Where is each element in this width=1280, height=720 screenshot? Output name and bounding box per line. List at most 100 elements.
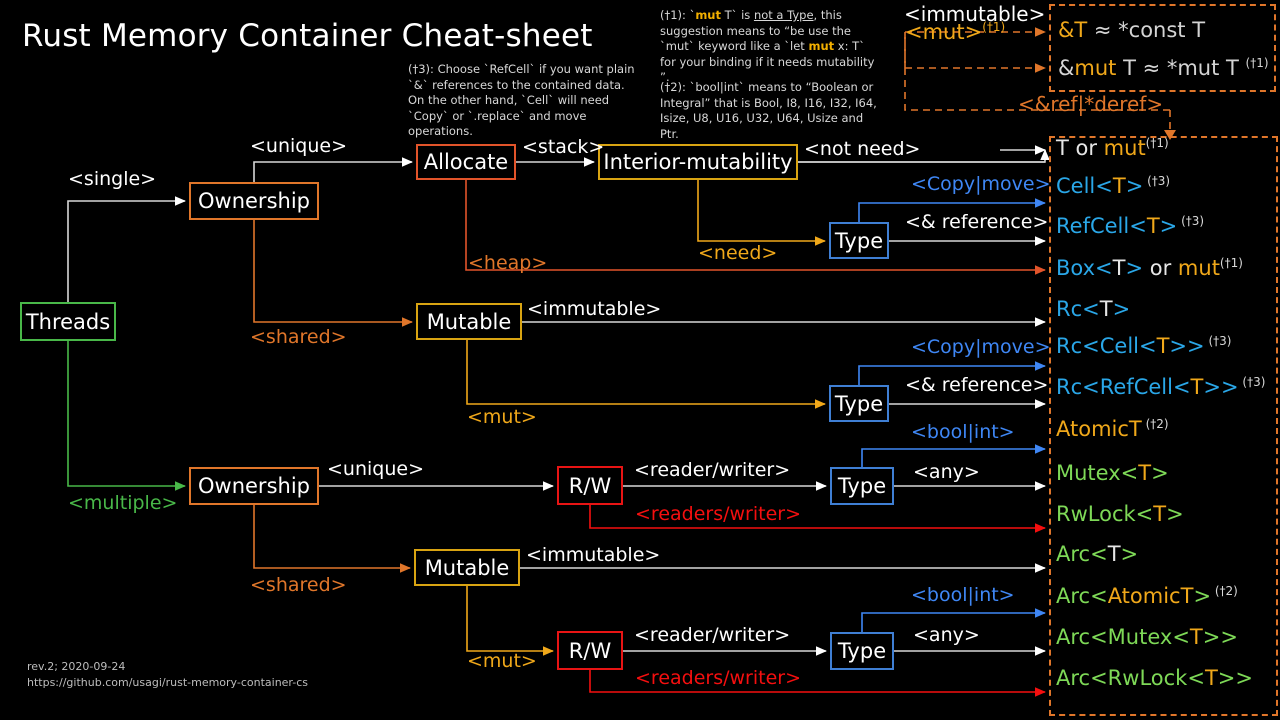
output-row-segment: (†3) [1204, 334, 1232, 348]
note-dagger-1: (†1): `mut T` is not a Type, this sugges… [660, 8, 878, 86]
output-row-segment: >> [1202, 625, 1238, 649]
note-1-b: T` is [721, 8, 754, 22]
label-copy-move-1: <Copy|move> [911, 173, 1051, 195]
box-mutable-single[interactable]: Mutable [416, 303, 522, 340]
output-row-segment: T [1112, 256, 1126, 280]
label-reader-writer-1: <reader/writer> [634, 459, 791, 481]
box-threads[interactable]: Threads [20, 302, 116, 341]
label-need: <need> [698, 242, 778, 264]
label-reader-writer-2: <reader/writer> [634, 624, 791, 646]
output-row-segment: Cell< [1056, 174, 1113, 198]
output-row-segment: Rc<Cell< [1056, 334, 1157, 358]
output-row[interactable]: Arc<T> [1056, 542, 1138, 566]
output-row-segment: >> [1217, 666, 1253, 690]
output-row-segment: Rc< [1056, 297, 1100, 321]
box-type-2[interactable]: Type [829, 385, 889, 422]
label-unique-top: <unique> [250, 135, 347, 157]
output-row[interactable]: Mutex<T> [1056, 461, 1169, 485]
output-row-segment: > [1120, 542, 1139, 566]
output-row-segment: T [1153, 502, 1167, 526]
label-single: <single> [68, 168, 157, 190]
output-row-segment: (†2) [1141, 417, 1169, 431]
output-row[interactable]: Rc<T> [1056, 297, 1130, 321]
output-row-segment: (†3) [1143, 174, 1171, 188]
output-row-segment: Arc<Mutex< [1056, 625, 1190, 649]
output-row[interactable]: T or mut(†1) [1056, 136, 1169, 160]
note-1-mut-keyword-2: mut [808, 39, 835, 54]
output-row-segment: T [1189, 625, 1203, 649]
output-row-segment: (†1) [1145, 136, 1169, 150]
output-row[interactable]: Box<T> or mut(†1) [1056, 256, 1243, 280]
output-row-segment: Arc< [1056, 542, 1108, 566]
output-row[interactable]: Rc<Cell<T>> (†3) [1056, 334, 1231, 358]
output-row-segment: > [1151, 461, 1169, 485]
label-stack: <stack> [522, 136, 605, 158]
cheatsheet-canvas: Rust Memory Container Cheat-sheet rev.2;… [0, 0, 1280, 720]
output-row[interactable]: RwLock<T> [1056, 502, 1184, 526]
ref-const-rhs: ≈ *const T [1087, 18, 1206, 42]
footer-url[interactable]: https://github.com/usagi/rust-memory-con… [27, 675, 308, 691]
output-row-segment: > [1159, 214, 1178, 238]
label-shared-bottom: <shared> [250, 574, 347, 596]
ref-mut-rhs: ≈ *mut T [1135, 56, 1246, 80]
output-row-segment: > [1125, 256, 1144, 280]
box-interior-mutability[interactable]: Interior-mutability [598, 144, 798, 180]
note-1-mut-keyword: mut [695, 8, 721, 22]
reference-line-mut: &mut T ≈ *mut T (†1) [1058, 56, 1269, 80]
note-3-text: Choose `RefCell` if you want plain `&` r… [408, 62, 635, 139]
output-row-segment: Mutex< [1056, 461, 1139, 485]
output-row-segment: T [1112, 174, 1126, 198]
label-mut-ref-text: <mut> [905, 20, 983, 44]
output-row[interactable]: AtomicT (†2) [1056, 417, 1169, 441]
label-immutable-mid: <immutable> [527, 298, 662, 320]
label-not-need: <not need> [804, 138, 921, 160]
ref-mut-keyword: mut [1074, 56, 1117, 80]
box-read-write-2[interactable]: R/W [557, 631, 623, 670]
output-row-segment: AtomicT [1056, 417, 1142, 441]
box-mutable-multiple[interactable]: Mutable [414, 549, 520, 586]
output-row-segment: mut [1177, 256, 1220, 280]
ref-mut-sup: (†1) [1245, 56, 1269, 70]
label-readers-writer-1: <readers/writer> [635, 503, 802, 525]
reference-line-const: &T ≈ *const T [1058, 18, 1205, 42]
box-read-write-1[interactable]: R/W [557, 466, 623, 505]
output-row-segment: (†3) [1238, 375, 1266, 389]
box-type-3[interactable]: Type [830, 467, 894, 505]
output-row-segment: or [1143, 256, 1178, 280]
label-readers-writer-2: <readers/writer> [635, 667, 802, 689]
box-ownership-single[interactable]: Ownership [189, 182, 319, 220]
output-row[interactable]: Arc<Mutex<T>> [1056, 625, 1238, 649]
box-allocate[interactable]: Allocate [416, 144, 516, 180]
label-copy-move-2: <Copy|move> [911, 336, 1051, 358]
box-type-1[interactable]: Type [829, 222, 889, 259]
output-row-segment: Box< [1056, 256, 1113, 280]
label-mut-ref: <mut>(†1) [905, 20, 1005, 44]
label-multiple: <multiple> [68, 492, 178, 514]
output-row-segment: > [1193, 584, 1212, 608]
output-row-segment: or [1068, 136, 1104, 160]
output-row-segment: T [1146, 214, 1160, 238]
output-row-segment: RwLock< [1056, 502, 1154, 526]
output-row[interactable]: Arc<AtomicT> (†2) [1056, 584, 1238, 608]
note-1-a: ` [685, 8, 696, 22]
output-row[interactable]: RefCell<T> (†3) [1056, 214, 1204, 238]
ref-const-lhs: &T [1058, 18, 1088, 42]
output-row[interactable]: Rc<RefCell<T>> (†3) [1056, 375, 1265, 399]
output-row-segment: T [1190, 375, 1204, 399]
box-type-4[interactable]: Type [830, 632, 894, 670]
label-heap: <heap> [468, 252, 548, 274]
output-row-segment: AtomicT [1107, 584, 1194, 608]
note-1-underlined: not a Type [753, 8, 814, 22]
label-any-2: <any> [913, 624, 980, 646]
box-ownership-multiple[interactable]: Ownership [189, 467, 319, 505]
output-row-segment: (†3) [1177, 214, 1205, 228]
output-row-segment: > [1166, 502, 1184, 526]
output-row-segment: T [1099, 297, 1113, 321]
output-row[interactable]: Cell<T> (†3) [1056, 174, 1170, 198]
label-mut-ref-sup: (†1) [982, 20, 1006, 34]
output-row[interactable]: Arc<RwLock<T>> [1056, 666, 1253, 690]
output-row-segment: (†1) [1219, 256, 1243, 270]
label-mut-mid: <mut> [467, 406, 537, 428]
output-row-segment: T [1056, 136, 1069, 160]
output-row-segment: >> [1203, 375, 1239, 399]
